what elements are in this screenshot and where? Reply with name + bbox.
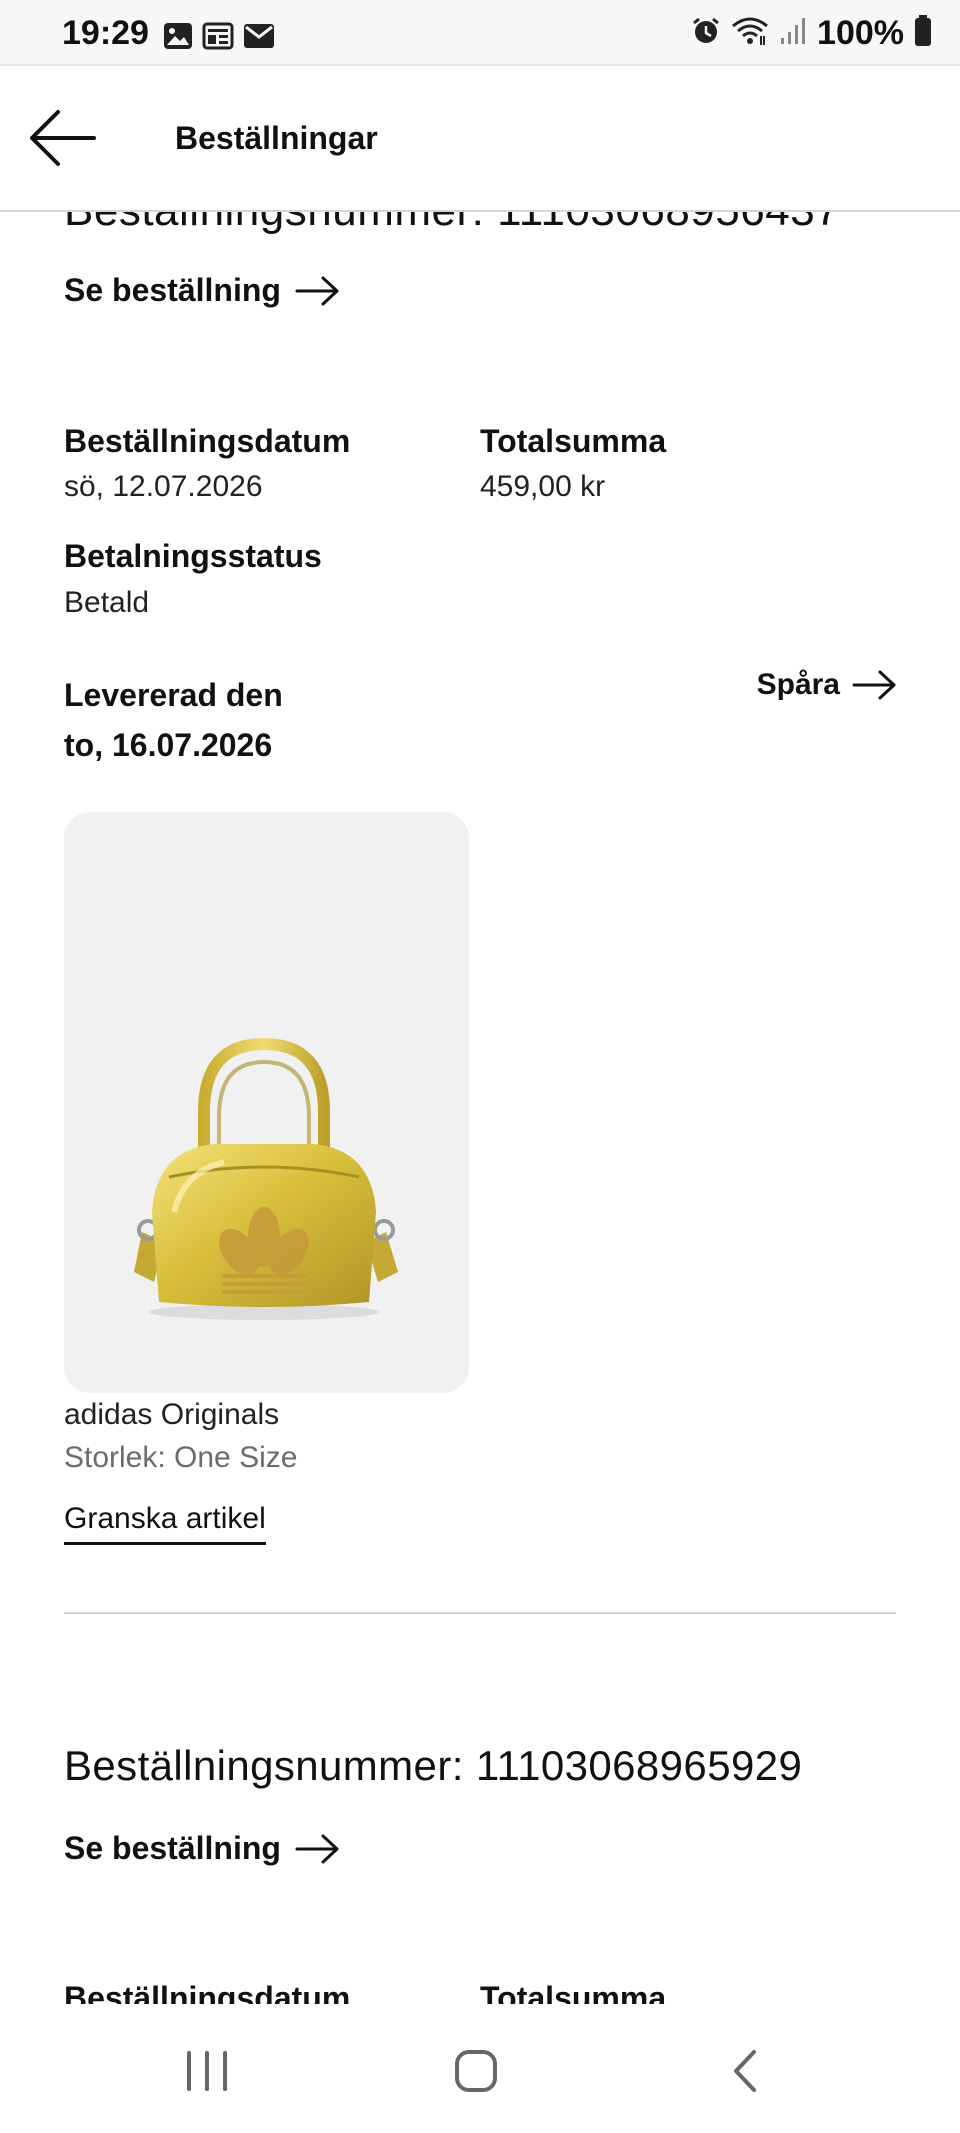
nav-back-button[interactable] <box>730 2049 760 2098</box>
arrow-left-icon <box>30 110 96 166</box>
order-date-value: sö, 12.07.2026 <box>64 470 263 503</box>
arrow-right-icon <box>295 1834 339 1863</box>
battery-icon <box>914 15 932 52</box>
view-order-button[interactable]: Se beställning <box>64 1830 341 1867</box>
home-icon <box>455 2050 497 2092</box>
arrow-right-icon <box>852 670 896 700</box>
total-value: 459,00 kr <box>480 470 606 503</box>
total-label-text: Totalsumma <box>480 1980 667 2004</box>
gold-bag-image <box>134 1037 398 1320</box>
product-size: Storlek: One Size <box>64 1441 298 1474</box>
order-date-label: Beställningsdatum <box>64 423 351 459</box>
recents-button[interactable] <box>184 2049 230 2098</box>
battery-percentage: 100% <box>817 14 904 52</box>
review-item-link[interactable]: Granska artikel <box>64 1502 266 1545</box>
page-title: Beställningar <box>175 120 378 156</box>
wifi-icon <box>731 16 769 51</box>
order-date-label-text: Beställningsdatum <box>64 1980 351 2004</box>
view-order-button[interactable]: Se beställning <box>64 272 341 309</box>
alarm-icon <box>691 16 721 51</box>
total-label: Totalsumma <box>480 423 667 459</box>
app-header: Beställningar <box>0 68 960 212</box>
payment-status-value: Betald <box>64 586 150 619</box>
delivery-status: Levererad den to, 16.07.2026 <box>64 670 283 770</box>
delivery-date: to, 16.07.2026 <box>64 727 273 763</box>
recents-icon <box>187 2051 227 2091</box>
order-number: Beställningsnummer: 11103068965929 <box>64 1742 803 1789</box>
back-button[interactable] <box>28 108 98 168</box>
track-button[interactable]: Spåra <box>757 668 898 702</box>
news-icon <box>202 22 234 55</box>
orders-list[interactable]: Beställningsnummer: 11103068956437 Se be… <box>0 0 960 2133</box>
total-label: Totalsumma <box>480 1978 666 2004</box>
home-button[interactable] <box>454 2049 498 2098</box>
view-order-label: Se beställning <box>64 272 281 308</box>
delivery-status-label: Levererad den <box>64 677 283 713</box>
gallery-icon <box>163 22 193 55</box>
system-icons: 100% <box>691 14 932 53</box>
order-date-label: Beställningsdatum <box>64 1978 350 2004</box>
mail-icon <box>243 22 275 55</box>
status-time: 19:29 <box>62 14 149 52</box>
order-divider <box>64 1612 896 1614</box>
back-icon <box>734 2050 756 2092</box>
arrow-right-icon <box>295 276 339 305</box>
status-bar: 19:29 100% <box>0 0 960 66</box>
signal-icon <box>779 16 807 51</box>
product-brand: adidas Originals <box>64 1398 280 1431</box>
track-label: Spåra <box>756 668 840 701</box>
notification-icons <box>163 22 275 55</box>
product-image[interactable] <box>64 812 469 1393</box>
system-nav-bar <box>0 2005 960 2133</box>
view-order-label: Se beställning <box>64 1830 281 1866</box>
payment-status-label: Betalningsstatus <box>64 538 322 574</box>
